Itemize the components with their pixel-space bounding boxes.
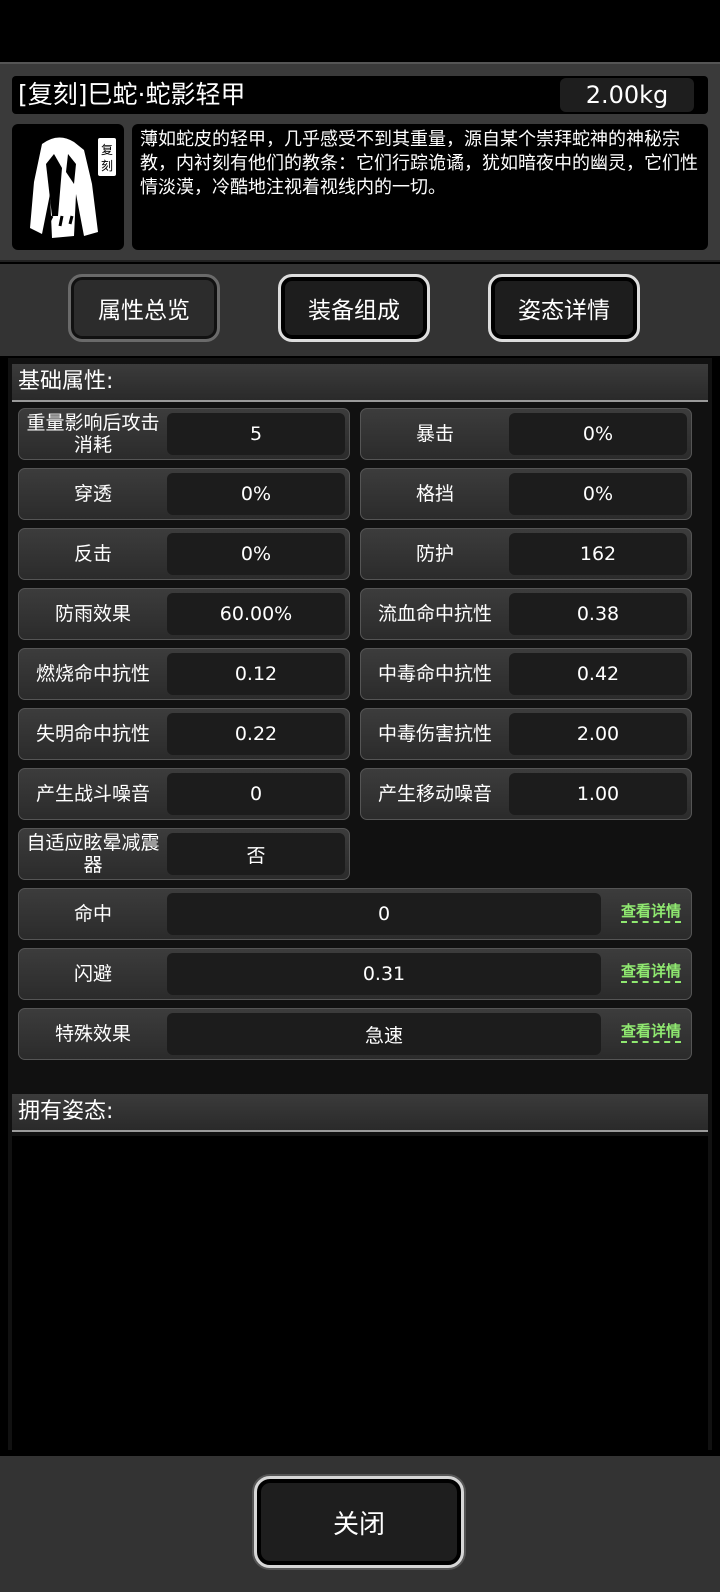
hit-row: 命中 0 查看详情 bbox=[18, 888, 692, 940]
item-description: 薄如蛇皮的轻甲，几乎感受不到其重量，源自某个崇拜蛇神的神秘宗教，内衬刻有他们的教… bbox=[132, 124, 708, 250]
stat-cell: 中毒命中抗性 0.42 bbox=[360, 648, 692, 700]
stat-cell: 产生移动噪音 1.00 bbox=[360, 768, 692, 820]
stat-label: 暴击 bbox=[415, 423, 454, 445]
view-details-link[interactable]: 查看详情 bbox=[620, 901, 681, 923]
close-button[interactable]: 关闭 bbox=[254, 1476, 464, 1568]
stances-list bbox=[12, 1136, 708, 1450]
stat-value: 0.38 bbox=[509, 593, 687, 635]
stat-label: 特殊效果 bbox=[54, 1023, 131, 1045]
item-weight: 2.00kg bbox=[560, 78, 694, 112]
stat-value: 2.00 bbox=[509, 713, 687, 755]
stat-value: 0% bbox=[509, 413, 687, 455]
stances-header: 拥有姿态: bbox=[12, 1094, 708, 1132]
stat-label: 产生移动噪音 bbox=[377, 783, 492, 805]
stat-value: 60.00% bbox=[167, 593, 345, 635]
stat-label: 格挡 bbox=[415, 483, 454, 505]
stat-label: 自适应眩晕减震器 bbox=[26, 832, 160, 876]
stat-cell: 产生战斗噪音 0 bbox=[18, 768, 350, 820]
stat-value: 0% bbox=[167, 533, 345, 575]
stat-label: 重量影响后攻击消耗 bbox=[26, 412, 160, 456]
view-details-link[interactable]: 查看详情 bbox=[620, 1021, 681, 1043]
stat-value: 0% bbox=[167, 473, 345, 515]
item-icon-box: 复 刻 bbox=[12, 124, 124, 250]
stat-cell: 燃烧命中抗性 0.12 bbox=[18, 648, 350, 700]
stat-label: 防雨效果 bbox=[54, 603, 131, 625]
stat-cell: 防护 162 bbox=[360, 528, 692, 580]
item-info-panel: [复刻]巳蛇·蛇影轻甲 2.00kg 复 刻 薄如蛇皮的轻甲，几乎感受不到其重量… bbox=[0, 62, 720, 262]
stat-label: 反击 bbox=[73, 543, 112, 565]
dodge-row: 闪避 0.31 查看详情 bbox=[18, 948, 692, 1000]
armor-cloak-icon: 复 刻 bbox=[30, 137, 116, 238]
tab-bar: 属性总览 装备组成 姿态详情 bbox=[0, 264, 720, 356]
stat-value: 1.00 bbox=[509, 773, 687, 815]
stat-value: 0% bbox=[509, 473, 687, 515]
stat-value: 0.42 bbox=[509, 653, 687, 695]
stat-label: 防护 bbox=[415, 543, 454, 565]
view-details-link[interactable]: 查看详情 bbox=[620, 961, 681, 983]
stat-label: 穿透 bbox=[73, 483, 112, 505]
stat-cell: 格挡 0% bbox=[360, 468, 692, 520]
title-bar: [复刻]巳蛇·蛇影轻甲 2.00kg bbox=[12, 76, 708, 114]
stat-label: 燃烧命中抗性 bbox=[35, 663, 150, 685]
special-effect-row: 特殊效果 急速 查看详情 bbox=[18, 1008, 692, 1060]
stat-label: 失明命中抗性 bbox=[35, 723, 150, 745]
attributes-panel: 基础属性: 重量影响后攻击消耗 5 暴击 0% 穿透 0% 格挡 0% 反击 0… bbox=[8, 358, 712, 1450]
stat-cell: 反击 0% bbox=[18, 528, 350, 580]
item-name: [复刻]巳蛇·蛇影轻甲 bbox=[18, 80, 246, 109]
stat-value: 0.12 bbox=[167, 653, 345, 695]
stat-value: 0.31 bbox=[167, 953, 601, 995]
stat-cell: 穿透 0% bbox=[18, 468, 350, 520]
stat-cell: 流血命中抗性 0.38 bbox=[360, 588, 692, 640]
stat-label: 闪避 bbox=[73, 963, 112, 985]
stat-cell: 失明命中抗性 0.22 bbox=[18, 708, 350, 760]
stat-label: 中毒伤害抗性 bbox=[377, 723, 492, 745]
badge-text-1: 复 bbox=[101, 143, 113, 157]
tab-equipment-composition[interactable]: 装备组成 bbox=[278, 274, 430, 342]
stat-cell: 防雨效果 60.00% bbox=[18, 588, 350, 640]
badge-text-2: 刻 bbox=[101, 159, 113, 173]
stat-value: 162 bbox=[509, 533, 687, 575]
stat-value: 0.22 bbox=[167, 713, 345, 755]
stat-value: 急速 bbox=[167, 1013, 601, 1055]
stat-value: 否 bbox=[167, 833, 345, 875]
stat-cell: 重量影响后攻击消耗 5 bbox=[18, 408, 350, 460]
tab-stance-details[interactable]: 姿态详情 bbox=[488, 274, 640, 342]
stat-label: 流血命中抗性 bbox=[377, 603, 492, 625]
stat-cell: 中毒伤害抗性 2.00 bbox=[360, 708, 692, 760]
basic-attributes-header: 基础属性: bbox=[12, 364, 708, 402]
stat-label: 产生战斗噪音 bbox=[35, 783, 150, 805]
stat-cell: 自适应眩晕减震器 否 bbox=[18, 828, 350, 880]
stat-label: 中毒命中抗性 bbox=[377, 663, 492, 685]
stat-label: 命中 bbox=[73, 903, 112, 925]
stat-value: 5 bbox=[167, 413, 345, 455]
stat-cell: 暴击 0% bbox=[360, 408, 692, 460]
stat-value: 0 bbox=[167, 773, 345, 815]
footer-bar: 关闭 bbox=[0, 1456, 720, 1592]
stat-value: 0 bbox=[167, 893, 601, 935]
tab-attribute-overview[interactable]: 属性总览 bbox=[68, 274, 220, 342]
